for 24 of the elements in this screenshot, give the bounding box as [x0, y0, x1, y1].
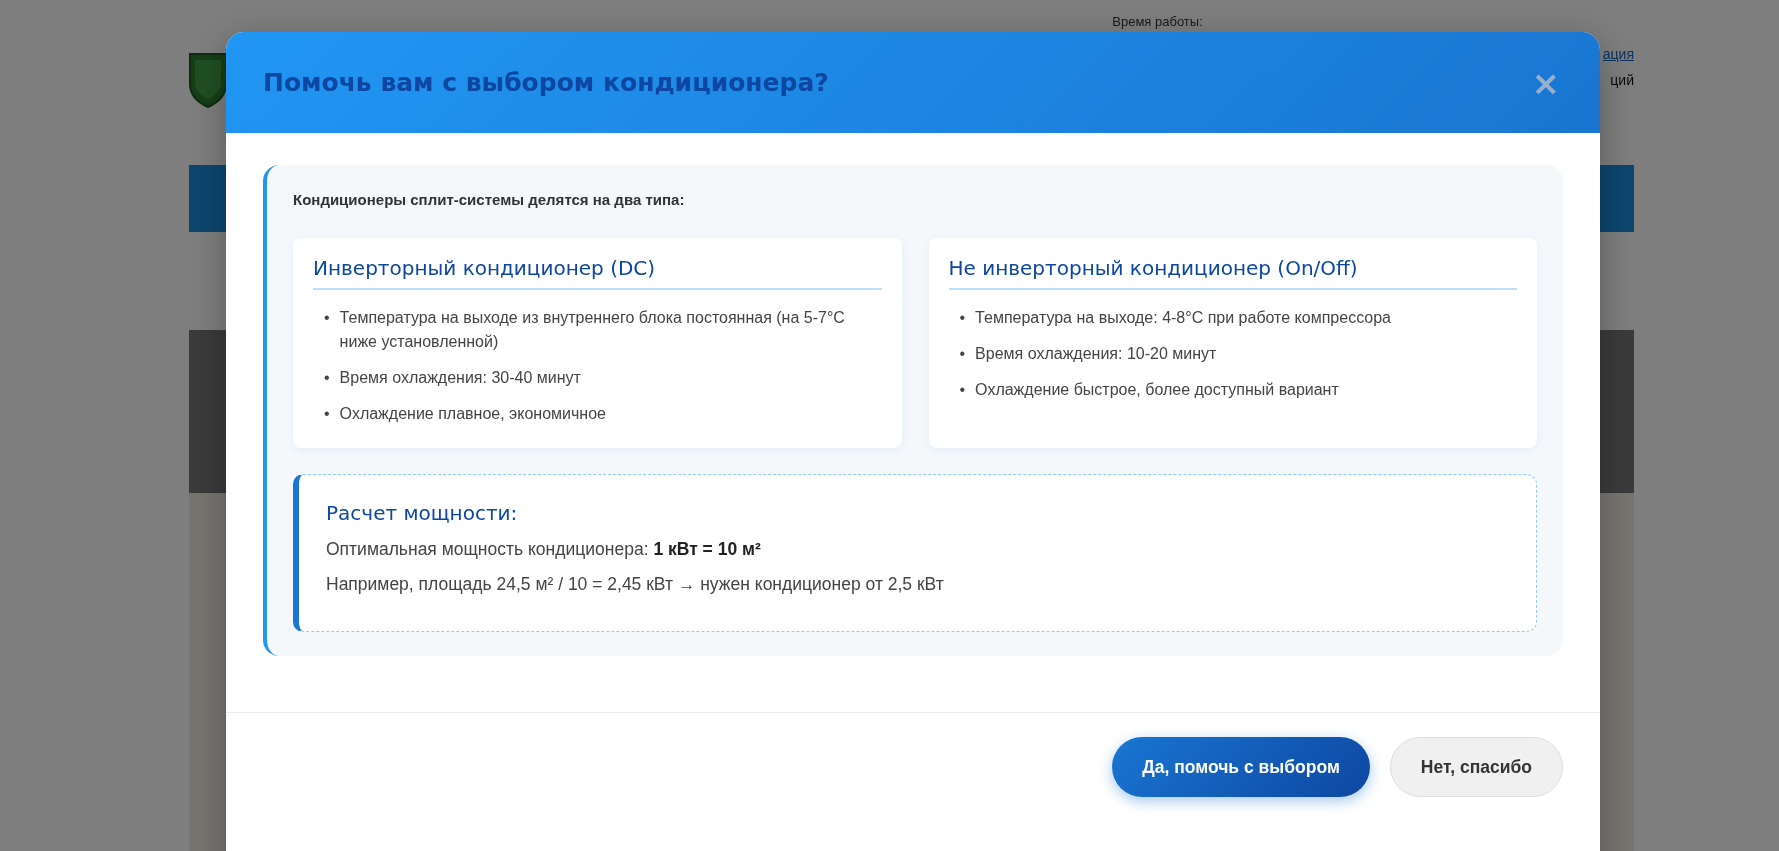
decline-button[interactable]: Нет, спасибо	[1389, 737, 1563, 797]
power-text: Например, площадь 24,5 м² / 10 = 2,45 кВт → нужен кондиционер от 2,5 кВт	[326, 574, 945, 595]
intro-text: Кондиционеры сплит-системы делятся на два типа:	[293, 191, 686, 208]
modal-title: Помочь вам с выбором кондиционера?	[263, 68, 829, 97]
bullet-marker: •	[959, 344, 966, 364]
power-text: Оптимальная мощность кондиционера: 1 кВт = 10 м²	[326, 539, 762, 560]
bullet-marker: •	[324, 308, 330, 328]
header-text: ций	[1610, 72, 1634, 88]
power-title: Расчет мощности:	[326, 501, 519, 525]
confirm-button[interactable]: Да, помочь с выбором	[1112, 737, 1370, 797]
bullet-marker: •	[959, 380, 966, 400]
shield-logo-icon	[189, 50, 227, 108]
card-title: Инверторный кондиционер (DC)	[313, 256, 882, 290]
bullet-item: Время охлаждения: 10-20 минут	[975, 344, 1217, 364]
bullet-item: Температура на выходе из внутреннего блока постоянная (на 5-7°C ниже установленной)	[339, 308, 846, 352]
bullet-marker: •	[324, 404, 330, 424]
bullet-item: Температура на выходе: 4-8°C при работе компрессора	[975, 308, 1391, 328]
hours-label: Время работы:	[1112, 14, 1203, 29]
bullet-item: Охлаждение плавное, экономичное	[339, 404, 606, 424]
bullet-marker: •	[324, 368, 330, 388]
bullet-item: Время охлаждения: 30-40 минут	[339, 368, 581, 388]
bullet-marker: •	[959, 308, 966, 328]
bullet-item: Охлаждение быстрое, более доступный вариант	[975, 380, 1339, 400]
card-title: Не инверторный кондиционер (On/Off)	[948, 256, 1517, 290]
